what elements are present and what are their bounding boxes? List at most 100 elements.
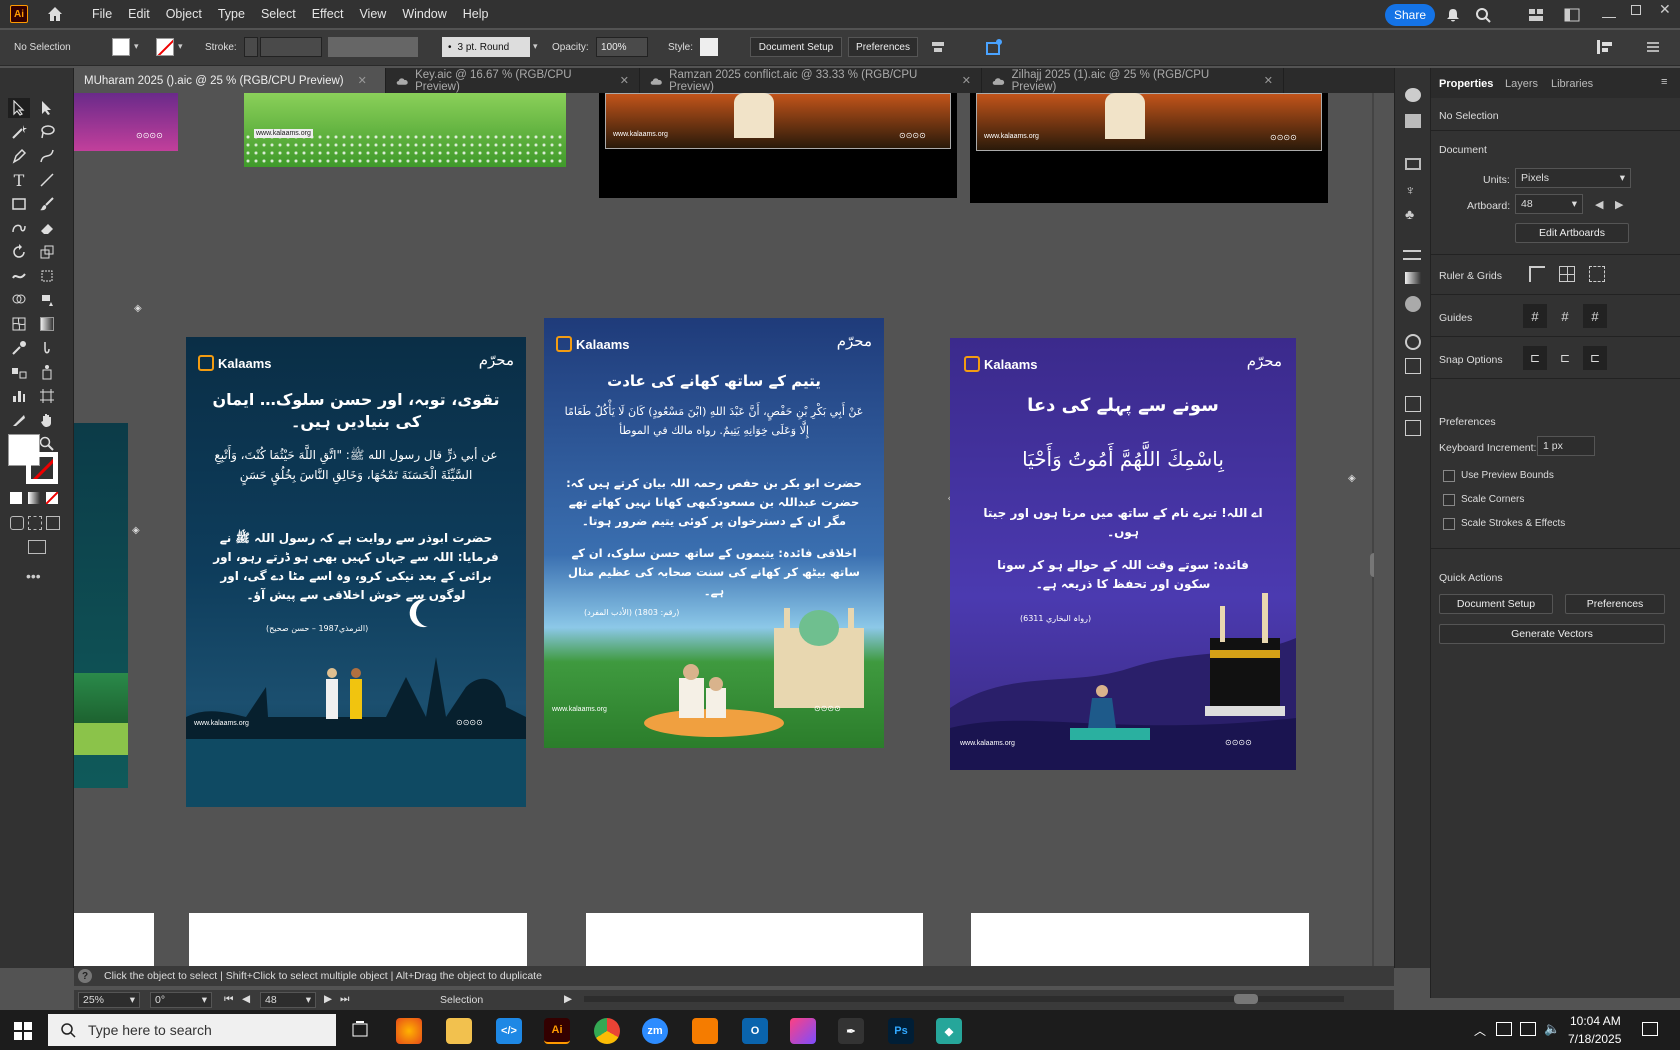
scrollbar-thumb[interactable] xyxy=(1370,553,1374,577)
close-icon[interactable]: ✕ xyxy=(620,74,629,87)
tab-zilhajj[interactable]: Zilhajj 2025 (1).aic @ 25 % (RGB/CPU Pre… xyxy=(982,68,1284,93)
tab-muharam[interactable]: MUharam 2025 ().aic @ 25 % (RGB/CPU Prev… xyxy=(74,68,386,93)
rotation-select[interactable]: 0° ▾ xyxy=(150,992,212,1008)
share-button[interactable]: Share xyxy=(1385,4,1435,26)
lock-guides-icon[interactable]: # xyxy=(1553,304,1577,328)
arrange-icon[interactable] xyxy=(1564,8,1580,22)
measure-tool-icon[interactable] xyxy=(36,338,58,358)
recolor-icon[interactable] xyxy=(985,38,1003,56)
free-transform-tool-icon[interactable] xyxy=(36,266,58,286)
stroke-panel-icon[interactable] xyxy=(1403,250,1421,260)
screen-mode-icon[interactable] xyxy=(28,540,46,554)
chevron-down-icon[interactable]: ▾ xyxy=(178,41,183,52)
tray-chevron-icon[interactable]: ︿ xyxy=(1474,1022,1486,1039)
stroke-color-box[interactable] xyxy=(26,452,58,484)
color-mode-icon[interactable] xyxy=(10,492,22,504)
more-tools-icon[interactable]: ••• xyxy=(26,568,41,584)
next-artboard-icon[interactable]: ▶ xyxy=(324,993,332,1005)
menu-help[interactable]: Help xyxy=(455,7,497,21)
firefox-icon[interactable] xyxy=(396,1018,422,1044)
menu-select[interactable]: Select xyxy=(253,7,304,21)
show-guides-icon[interactable]: # xyxy=(1523,304,1547,328)
artboard-tool-icon[interactable] xyxy=(36,386,58,406)
minimize-button[interactable] xyxy=(1602,4,1616,18)
help-icon[interactable]: ? xyxy=(78,969,92,983)
pen-tool-icon[interactable] xyxy=(8,146,30,166)
transparency-grid-icon[interactable] xyxy=(1589,266,1605,282)
brushes-icon[interactable]: ♆ xyxy=(1405,182,1416,198)
menu-effect[interactable]: Effect xyxy=(304,7,352,21)
grid-icon[interactable] xyxy=(1559,266,1575,282)
chrome-icon[interactable] xyxy=(594,1018,620,1044)
hand-tool-icon[interactable] xyxy=(36,410,58,430)
status-menu-icon[interactable]: ▶ xyxy=(564,993,572,1005)
photoshop-icon[interactable]: Ps xyxy=(888,1018,914,1044)
next-artboard-icon[interactable]: ▶ xyxy=(1615,198,1623,211)
opacity-input[interactable]: 100% xyxy=(596,37,648,57)
column-graph-tool-icon[interactable] xyxy=(8,386,30,406)
artboard-poster-orphan[interactable]: Kalaams محرّم یتیم کے ساتھ کھانے کی عادت… xyxy=(544,318,884,748)
artboard-navigator[interactable]: 48 ▾ xyxy=(260,992,316,1008)
type-tool-icon[interactable]: T xyxy=(8,170,30,190)
align-icon[interactable] xyxy=(930,39,946,55)
eyedropper-tool-icon[interactable] xyxy=(8,338,30,358)
close-icon[interactable]: ✕ xyxy=(962,74,971,87)
units-select[interactable]: Pixels ▾ xyxy=(1515,168,1631,188)
task-view-icon[interactable] xyxy=(350,1020,370,1040)
document-setup-button[interactable]: Document Setup xyxy=(1439,594,1553,614)
snap-to-grid-icon[interactable]: ⊏ xyxy=(1553,346,1577,370)
illustrator-taskbar-icon[interactable]: Ai xyxy=(544,1018,570,1044)
preferences-button[interactable]: Preferences xyxy=(848,37,918,57)
app-icon[interactable]: ◆ xyxy=(936,1018,962,1044)
display-icon[interactable] xyxy=(1520,1022,1536,1036)
search-icon[interactable] xyxy=(1475,7,1491,23)
artboard-poster-dua[interactable]: Kalaams محرّم سونے سے پہلے کی دعا بِاسْم… xyxy=(950,338,1296,770)
taskbar-search-box[interactable]: Type here to search xyxy=(48,1014,336,1046)
pen-app-icon[interactable]: ✒ xyxy=(838,1018,864,1044)
network-icon[interactable] xyxy=(1496,1022,1512,1036)
tab-ramzan[interactable]: Ramzan 2025 conflict.aic @ 33.33 % (RGB/… xyxy=(640,68,982,93)
brush-definition[interactable]: • 3 pt. Round xyxy=(442,37,530,57)
menu-view[interactable]: View xyxy=(351,7,394,21)
artboard-select[interactable]: 48 ▾ xyxy=(1515,194,1583,214)
color-guide-icon[interactable] xyxy=(1405,114,1421,128)
first-artboard-icon[interactable]: ⏮ xyxy=(224,993,233,1006)
fill-swatch[interactable] xyxy=(112,38,130,56)
previous-artboard-icon[interactable]: ◀ xyxy=(1595,198,1603,211)
tab-libraries[interactable]: Libraries xyxy=(1551,78,1593,90)
tab-key[interactable]: Key.aic @ 16.67 % (RGB/CPU Preview) ✕ xyxy=(386,68,640,93)
gradient-mode-icon[interactable] xyxy=(28,492,40,504)
windows-start-icon[interactable] xyxy=(14,1022,32,1040)
edit-artboards-button[interactable]: Edit Artboards xyxy=(1515,223,1629,243)
selection-tool-icon[interactable] xyxy=(8,98,30,118)
pages-icon[interactable] xyxy=(1405,420,1421,436)
generate-vectors-button[interactable]: Generate Vectors xyxy=(1439,624,1665,644)
lasso-tool-icon[interactable] xyxy=(36,122,58,142)
draw-behind-icon[interactable] xyxy=(28,516,42,530)
snap-to-pixel-icon[interactable]: ⊏ xyxy=(1583,346,1607,370)
stroke-weight-input[interactable] xyxy=(260,37,322,57)
transparency-icon[interactable] xyxy=(1405,296,1421,312)
home-icon[interactable] xyxy=(46,5,64,23)
draw-inside-icon[interactable] xyxy=(46,516,60,530)
scale-corners-checkbox[interactable] xyxy=(1443,494,1455,506)
artboard-marker-icon[interactable]: ◈ xyxy=(1348,473,1356,484)
rulers-icon[interactable] xyxy=(1529,266,1545,282)
graphic-style-swatch[interactable] xyxy=(700,38,718,56)
rectangle-tool-icon[interactable] xyxy=(8,194,30,214)
symbol-sprayer-tool-icon[interactable] xyxy=(36,362,58,382)
artboard-poster-taqwa[interactable]: Kalaams محرّم تقوی، توبہ، اور حسن سلوک… … xyxy=(186,337,526,807)
rotate-tool-icon[interactable] xyxy=(8,242,30,262)
magic-wand-tool-icon[interactable] xyxy=(8,122,30,142)
direct-selection-tool-icon[interactable] xyxy=(36,98,58,118)
close-icon[interactable]: ✕ xyxy=(1264,74,1273,87)
graphic-styles-icon[interactable] xyxy=(1405,358,1421,374)
last-artboard-icon[interactable]: ⏭ xyxy=(340,993,349,1006)
use-preview-bounds-checkbox[interactable] xyxy=(1443,470,1455,482)
menu-object[interactable]: Object xyxy=(158,7,210,21)
vertical-scrollbar[interactable] xyxy=(1372,93,1374,966)
menu-type[interactable]: Type xyxy=(210,7,253,21)
volume-icon[interactable]: 🔈 xyxy=(1544,1021,1560,1037)
vscode-icon[interactable]: </> xyxy=(496,1018,522,1044)
live-paint-tool-icon[interactable] xyxy=(36,290,58,310)
